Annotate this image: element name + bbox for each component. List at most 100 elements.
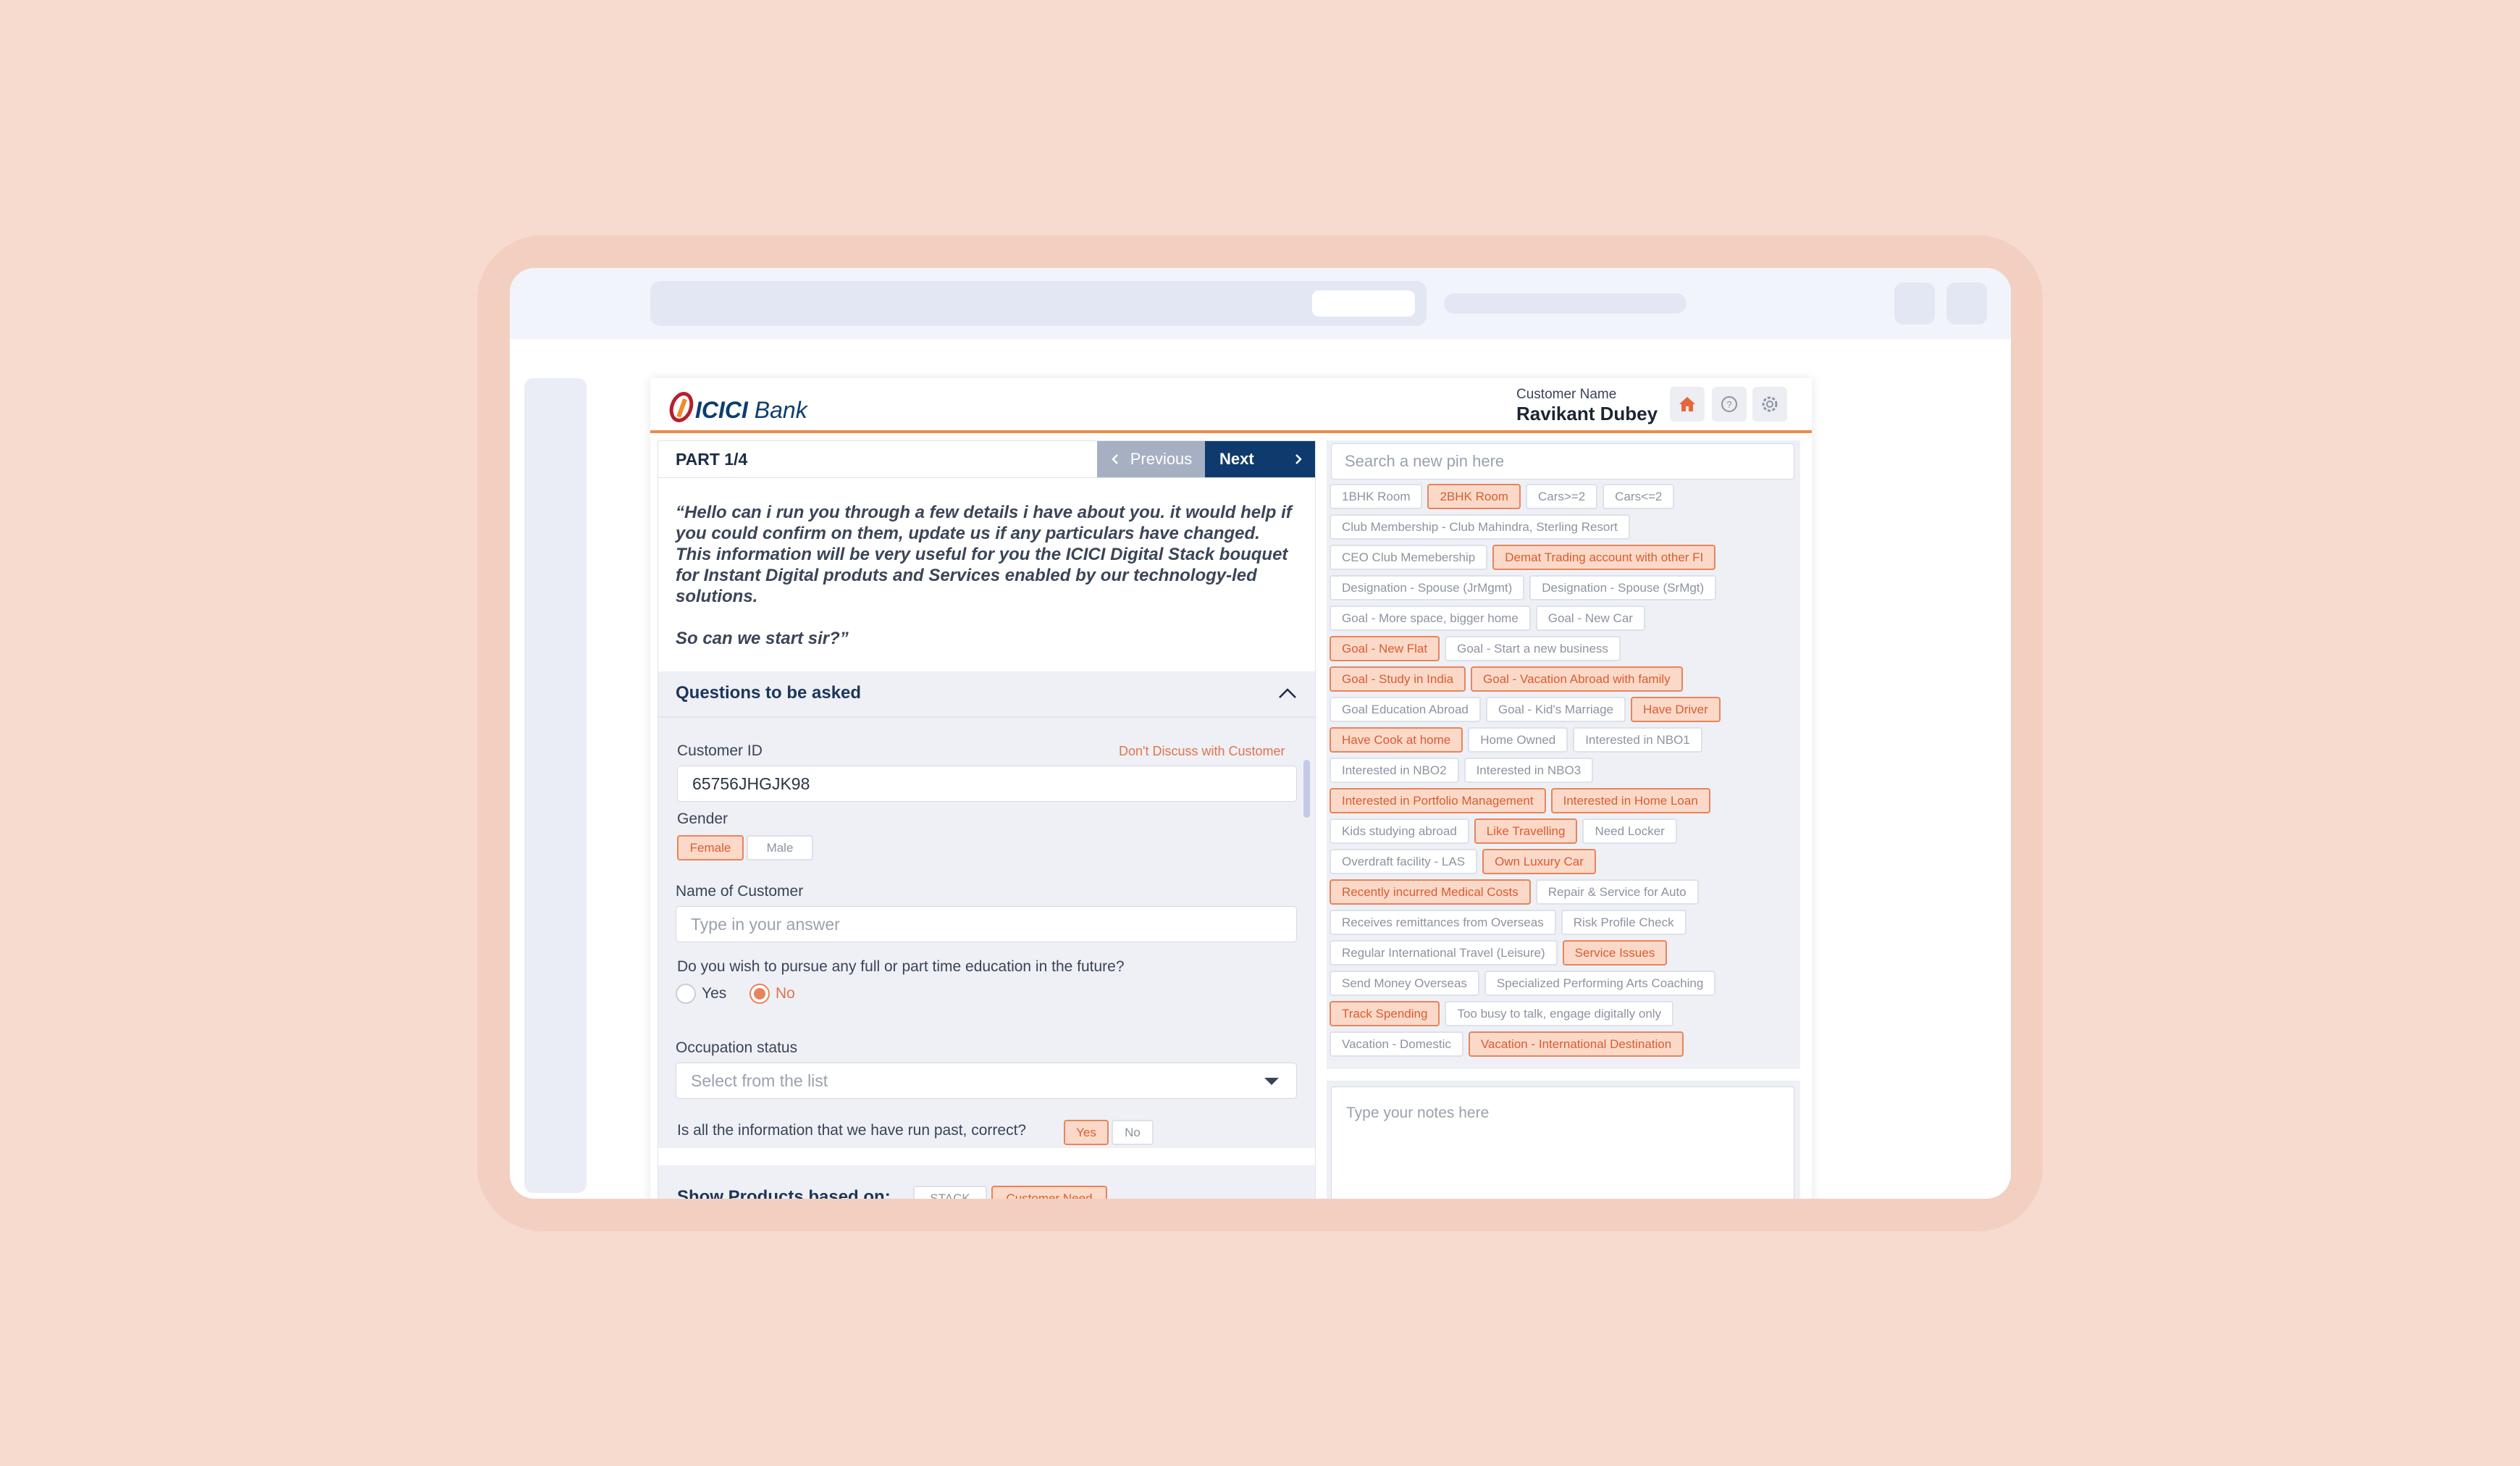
- pin-chip[interactable]: Home Owned: [1468, 727, 1568, 753]
- next-button[interactable]: Next: [1205, 441, 1315, 477]
- pin-chip[interactable]: CEO Club Memebership: [1330, 545, 1488, 570]
- pins-panel: Search a new pin here 1BHK Room 2BHK Room…: [1327, 440, 1800, 1069]
- products-bar: Show Products based on: STACK Customer N…: [658, 1165, 1315, 1199]
- pin-chip[interactable]: 2BHK Room: [1427, 484, 1521, 509]
- confirm-no-chip[interactable]: No: [1112, 1120, 1154, 1145]
- pin-chip[interactable]: Receives remittances from Overseas: [1330, 910, 1556, 935]
- side-rail: [524, 378, 587, 1193]
- products-option-stack[interactable]: STACK: [913, 1186, 987, 1199]
- pin-chip[interactable]: Designation - Spouse (SrMgt): [1529, 575, 1717, 600]
- education-yes-radio[interactable]: [676, 984, 696, 1004]
- pin-row: Vacation - Domestic Vacation - Internatio…: [1330, 1031, 1797, 1057]
- occupation-select[interactable]: Select from the list: [676, 1063, 1297, 1099]
- pin-row: Goal - New Flat Goal - Start a new busine…: [1330, 636, 1797, 661]
- pin-chip[interactable]: Goal - Study in India: [1330, 666, 1466, 692]
- pin-chip[interactable]: Recently incurred Medical Costs: [1330, 879, 1531, 905]
- icici-logo-mark-icon: [669, 392, 694, 422]
- pin-chip[interactable]: Goal - New Flat: [1330, 636, 1440, 661]
- products-option-customer-need[interactable]: Customer Need: [991, 1186, 1107, 1199]
- pin-chip[interactable]: Interested in NBO1: [1573, 727, 1702, 753]
- chevron-up-icon[interactable]: [1277, 684, 1298, 702]
- window-button[interactable]: [1894, 282, 1935, 324]
- pin-row: Track Spending Too busy to talk, engage d…: [1330, 1001, 1797, 1026]
- pin-chip[interactable]: Regular International Travel (Leisure): [1330, 940, 1558, 966]
- agent-script: “Hello can i run you through a few detai…: [676, 502, 1300, 649]
- screen: ICICI Bank Customer Name Ravikant Dubey …: [510, 268, 2011, 1199]
- pin-chip[interactable]: Own Luxury Car: [1482, 849, 1596, 874]
- education-no-radio[interactable]: [749, 984, 770, 1004]
- gender-label: Gender: [677, 811, 728, 827]
- pin-row: Have Cook at home Home Owned Interested in…: [1330, 727, 1797, 753]
- script-paragraph: So can we start sir?”: [676, 629, 849, 648]
- pin-chip[interactable]: Goal - Start a new business: [1445, 636, 1621, 661]
- gear-icon: [1762, 396, 1778, 412]
- scrollbar-thumb[interactable]: [1303, 760, 1310, 818]
- pin-chip[interactable]: Vacation - Domestic: [1330, 1031, 1463, 1057]
- pin-chip[interactable]: Interested in NBO3: [1463, 758, 1594, 783]
- pin-chip[interactable]: Have Driver: [1631, 697, 1721, 722]
- customer-name-field[interactable]: Type in your answer: [676, 906, 1297, 942]
- customer-id-field[interactable]: 65756JHGJK98: [677, 766, 1297, 802]
- pin-chip[interactable]: Have Cook at home: [1330, 727, 1463, 753]
- window-button[interactable]: [1946, 282, 1987, 324]
- education-yes-label: Yes: [702, 985, 727, 1002]
- address-bar-button[interactable]: [1312, 290, 1415, 317]
- previous-button[interactable]: Previous: [1097, 441, 1205, 477]
- home-icon: [1679, 397, 1695, 411]
- tab-placeholder[interactable]: [1444, 293, 1687, 314]
- pin-chip[interactable]: Service Issues: [1562, 940, 1668, 966]
- occupation-placeholder: Select from the list: [691, 1071, 828, 1090]
- pin-chip[interactable]: Kids studying abroad: [1330, 818, 1469, 844]
- pin-chip[interactable]: Too busy to talk, engage digitally only: [1445, 1001, 1674, 1026]
- pin-chip[interactable]: Risk Profile Check: [1561, 910, 1687, 935]
- address-bar[interactable]: [650, 281, 1427, 326]
- pin-chip[interactable]: Interested in Portfolio Management: [1330, 788, 1546, 813]
- pin-chip[interactable]: Goal - Vacation Abroad with family: [1471, 666, 1683, 692]
- notes-textarea[interactable]: Type your notes here: [1331, 1086, 1794, 1199]
- wizard-bar: PART 1/4 Previous Next: [658, 441, 1315, 478]
- products-title: Show Products based on:: [677, 1187, 891, 1199]
- home-button[interactable]: [1670, 387, 1705, 422]
- pin-chip[interactable]: Demat Trading account with other FI: [1492, 545, 1716, 570]
- pin-chip[interactable]: Goal Education Abroad: [1330, 697, 1481, 722]
- pin-chip[interactable]: Designation - Spouse (JrMgmt): [1330, 575, 1525, 600]
- pin-row: CEO Club Memebership Demat Trading accoun…: [1330, 545, 1797, 570]
- pin-chip[interactable]: 1BHK Room: [1330, 484, 1423, 509]
- pin-row: Receives remittances from Overseas Risk P…: [1330, 910, 1797, 935]
- pin-chip[interactable]: Track Spending: [1330, 1001, 1440, 1026]
- pin-chip[interactable]: Goal - New Car: [1535, 606, 1645, 631]
- pin-row: Goal Education Abroad Goal - Kid's Marria…: [1330, 697, 1797, 722]
- pin-chip[interactable]: Send Money Overseas: [1330, 971, 1479, 996]
- confirm-yes-chip[interactable]: Yes: [1064, 1120, 1109, 1145]
- pin-chip[interactable]: Goal - Kid's Marriage: [1485, 697, 1626, 722]
- customer-name-label: Customer Name: [1516, 387, 1617, 402]
- pin-row: 1BHK Room 2BHK Room Cars>=2 Cars<=2: [1330, 484, 1797, 509]
- dont-discuss-note: Don't Discuss with Customer: [1119, 744, 1285, 758]
- settings-button[interactable]: [1752, 387, 1787, 422]
- questions-body: Customer ID Don't Discuss with Customer …: [658, 718, 1315, 1148]
- pin-chip[interactable]: Cars>=2: [1525, 484, 1598, 509]
- pin-row: Club Membership - Club Mahindra, Sterlin…: [1330, 514, 1797, 540]
- pin-chip[interactable]: Vacation - International Destination: [1468, 1031, 1684, 1057]
- chevron-right-icon: [1295, 454, 1302, 464]
- help-button[interactable]: ?: [1712, 387, 1747, 422]
- pin-chip[interactable]: Club Membership - Club Mahindra, Sterlin…: [1330, 514, 1630, 540]
- pin-chip[interactable]: Cars<=2: [1603, 484, 1675, 509]
- pin-chip[interactable]: Need Locker: [1582, 818, 1677, 844]
- pin-search-input[interactable]: Search a new pin here: [1331, 443, 1794, 479]
- pin-chip[interactable]: Interested in NBO2: [1330, 758, 1459, 783]
- icici-logo: ICICI Bank: [669, 387, 807, 423]
- education-no-label: No: [776, 985, 795, 1002]
- part-indicator: PART 1/4: [676, 450, 748, 469]
- questionnaire-panel: PART 1/4 Previous Next “Hello can i run …: [658, 440, 1316, 1199]
- pin-chip[interactable]: Like Travelling: [1474, 818, 1578, 844]
- gender-option-female[interactable]: Female: [677, 835, 744, 860]
- gender-option-male[interactable]: Male: [747, 835, 813, 860]
- pin-chip[interactable]: Goal - More space, bigger home: [1330, 606, 1531, 631]
- pin-chip[interactable]: Interested in Home Loan: [1550, 788, 1710, 813]
- questions-accordion-header[interactable]: Questions to be asked: [658, 671, 1315, 718]
- pin-chip[interactable]: Repair & Service for Auto: [1535, 879, 1699, 905]
- pin-chip[interactable]: Specialized Performing Arts Coaching: [1484, 971, 1716, 996]
- pin-row: Goal - More space, bigger home Goal - New…: [1330, 606, 1797, 631]
- pin-chip[interactable]: Overdraft facility - LAS: [1330, 849, 1478, 874]
